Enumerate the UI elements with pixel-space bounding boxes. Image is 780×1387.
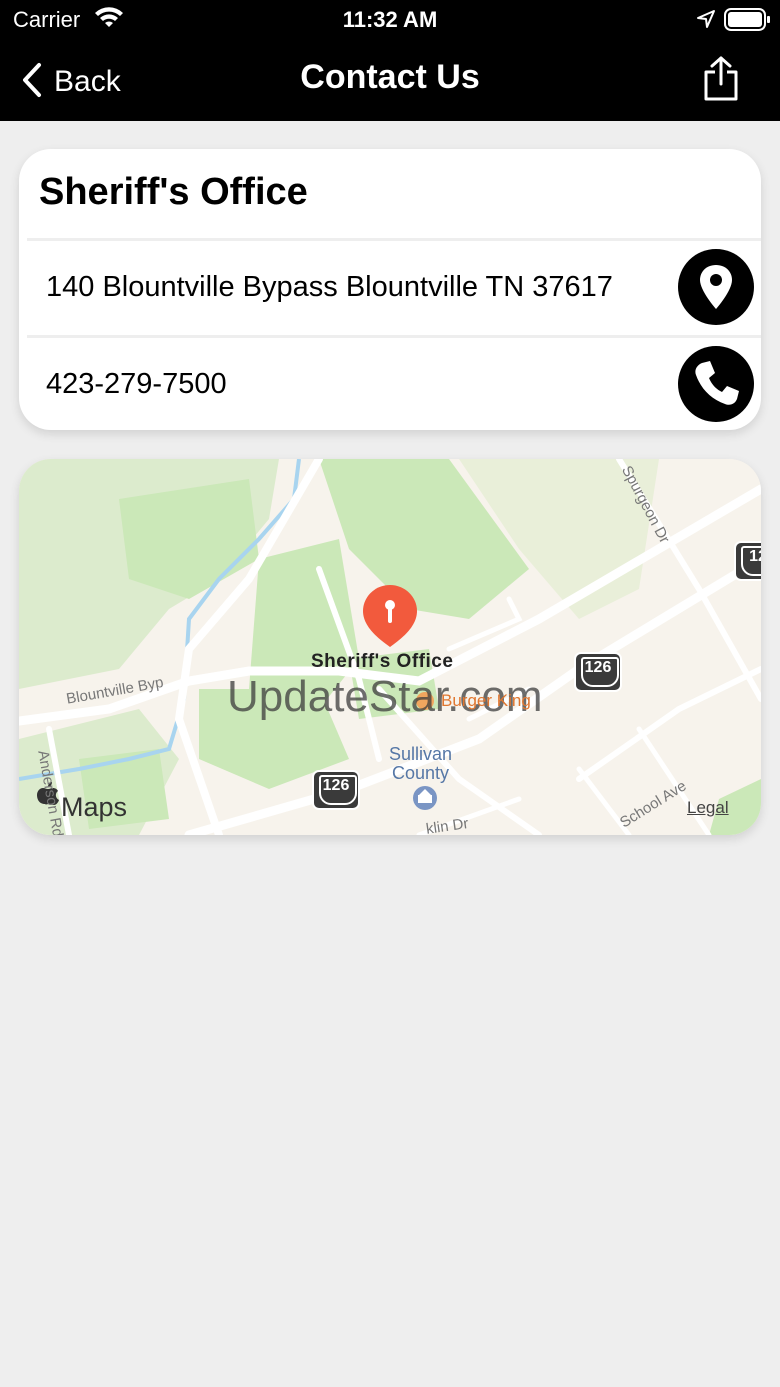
map-pin-icon <box>700 265 732 309</box>
map-pin-label: Sheriff's Office <box>311 651 454 672</box>
status-bar: Carrier 11:32 AM <box>0 0 780 40</box>
navigation-bar: Back Contact Us <box>0 40 780 121</box>
map-view[interactable]: Sheriff's Office UpdateStar.com Burger K… <box>19 459 761 835</box>
route-shield: 126 <box>574 652 622 692</box>
route-number: 126 <box>322 777 350 794</box>
legal-link[interactable]: Legal <box>687 798 729 818</box>
phone-row[interactable]: 423-279-7500 <box>19 338 761 430</box>
share-icon <box>704 56 738 101</box>
route-shield: 126 <box>312 770 360 810</box>
battery-icon <box>724 8 770 37</box>
directions-button[interactable] <box>678 249 754 325</box>
office-name: Sheriff's Office <box>39 171 308 213</box>
poi-county-line2: County <box>392 763 450 783</box>
maps-attribution: Maps <box>61 792 128 822</box>
address-text: 140 Blountville Bypass Blountville TN 37… <box>46 271 613 303</box>
poi-county-line1: Sullivan <box>389 744 453 764</box>
address-row[interactable]: 140 Blountville Bypass Blountville TN 37… <box>19 241 761 333</box>
poi-burger-king[interactable]: Burger King <box>441 691 531 711</box>
clock: 11:32 AM <box>342 7 438 32</box>
location-arrow-icon <box>696 9 716 34</box>
share-button[interactable] <box>702 56 740 107</box>
route-number: 12 <box>749 548 761 565</box>
contact-card: Sheriff's Office 140 Blountville Bypass … <box>19 149 761 430</box>
phone-text: 423-279-7500 <box>46 368 227 400</box>
poi-sullivan-county[interactable]: Sullivan County <box>389 745 452 783</box>
route-number: 126 <box>584 659 612 676</box>
phone-icon <box>695 361 739 405</box>
call-button[interactable] <box>678 346 754 422</box>
page-title: Contact Us <box>300 58 480 96</box>
route-shield: 12 <box>734 541 761 581</box>
